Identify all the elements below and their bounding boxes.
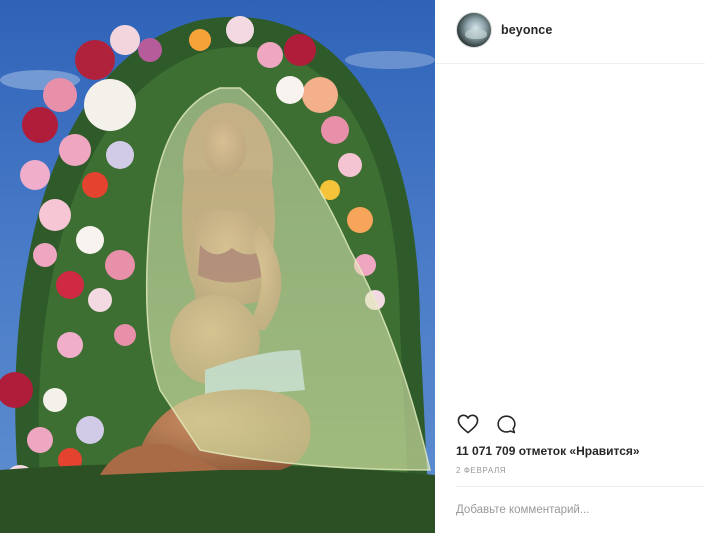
comment-input[interactable]: [456, 501, 696, 519]
post-date: 2 ФЕВРАЛЯ: [456, 466, 507, 475]
likes-count[interactable]: 11 071 709 отметок «Нравится»: [456, 444, 640, 458]
comments-area: [435, 65, 705, 405]
heart-outline-icon: [457, 414, 479, 434]
photo-illustration: [0, 0, 435, 533]
comment-box: [456, 486, 705, 533]
author-info: beyonce: [456, 12, 552, 48]
post-actions: [456, 412, 532, 436]
avatar[interactable]: [456, 12, 492, 48]
post-photo[interactable]: [0, 0, 435, 533]
speech-bubble-icon: [496, 414, 516, 433]
post-side-panel: beyonce 11 071 709 отметок «Нравится» 2 …: [435, 0, 705, 533]
post-header: beyonce: [435, 0, 705, 64]
instagram-post: beyonce 11 071 709 отметок «Нравится» 2 …: [0, 0, 705, 533]
like-button[interactable]: [456, 412, 480, 436]
username-link[interactable]: beyonce: [501, 23, 552, 37]
comment-button[interactable]: [494, 412, 518, 436]
